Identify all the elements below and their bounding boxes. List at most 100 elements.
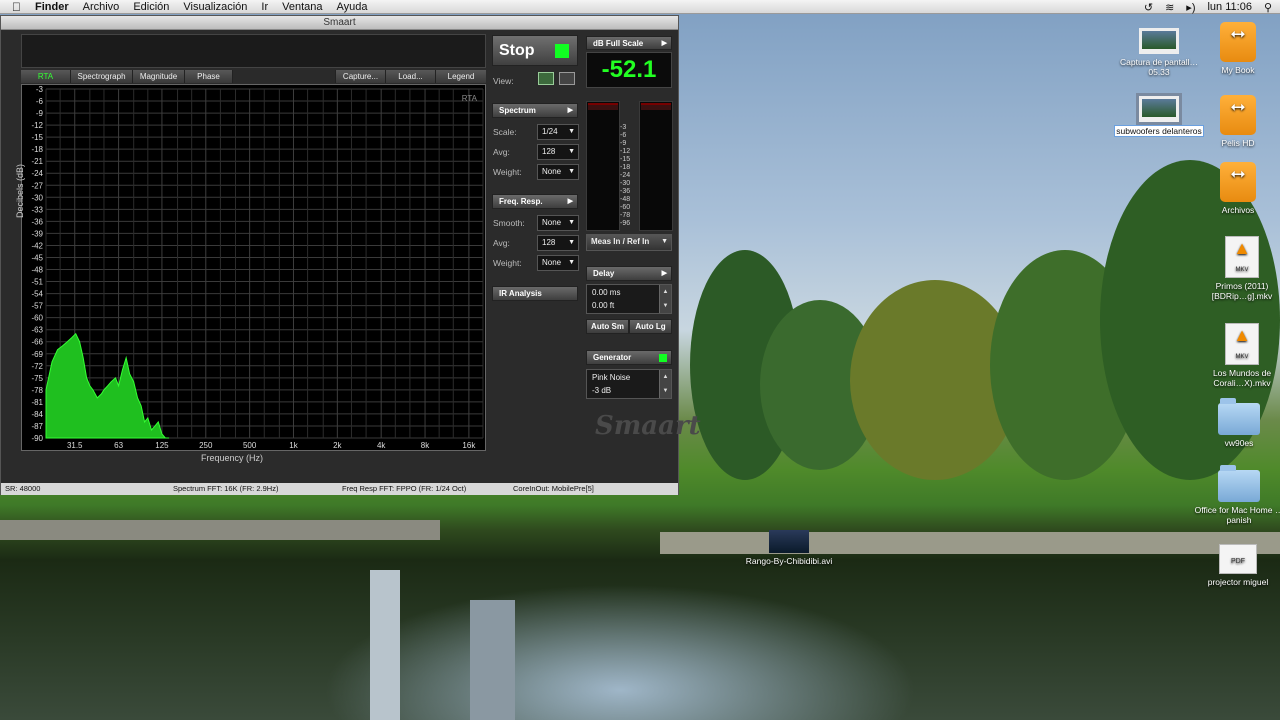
view-split-icon[interactable] [559,72,575,85]
tab-rta[interactable]: RTA [21,70,71,83]
y-tick-label: -6 [36,97,44,106]
desktop-icon-rango[interactable]: Rango-By-Chibidibi.avi [744,530,834,566]
desktop-icon-label: My Book [1221,65,1255,75]
x-tick-label: 4k [377,441,386,450]
desktop-icon-office[interactable]: Office for Mac Home …panish [1194,465,1280,525]
level-meter-right [639,101,673,231]
generator-box[interactable]: Pink Noise -3 dB ▲ ▼ [586,369,672,399]
desktop-icon-projector[interactable]: PDF projector miguel [1193,544,1280,587]
level-readout: -52.1 [586,52,672,88]
arrow-right-icon: ▶ [567,107,573,114]
menu-ir[interactable]: Ir [261,1,268,13]
x-tick-label: 250 [199,441,213,450]
menu-ventana[interactable]: Ventana [282,1,322,13]
y-tick-label: -60 [31,314,43,323]
fr-weight-select[interactable]: None ▼ [537,255,579,271]
run-indicator-icon [555,44,569,58]
menu-visualizacion[interactable]: Visualización [183,1,247,13]
spectrum-button[interactable]: Spectrum ▶ [492,103,578,118]
meas-in-select[interactable]: Meas In / Ref In ▼ [586,234,672,251]
delay-value-box[interactable]: 0.00 ms 0.00 ft ▲ ▼ [586,284,672,314]
generator-on-indicator-icon [659,354,667,362]
capture-button[interactable]: Capture... [336,70,386,83]
fr-weight-value: None [542,258,562,267]
weight-label: Weight: [493,167,522,177]
db-scale-button[interactable]: dB Full Scale ▶ [586,36,672,50]
delay-stepper[interactable]: ▲ ▼ [659,285,671,313]
plot-mode-label: RTA [462,94,478,103]
desktop-icon-vw90es[interactable]: vw90es [1194,398,1280,448]
y-tick-label: -45 [31,253,43,262]
spectrum-label: Spectrum [499,106,536,115]
usb-drive-icon [1220,22,1256,62]
y-tick-label: -48 [31,266,43,275]
y-tick-label: -27 [31,181,43,190]
smooth-select[interactable]: None ▼ [537,215,579,231]
menu-clock[interactable]: lun 11:06 [1207,1,1251,13]
wifi-icon[interactable]: ≋ [1165,1,1174,14]
fr-avg-select[interactable]: 128 ▼ [537,235,579,251]
folder-icon [1218,398,1260,435]
status-spectrum-fft: Spectrum FFT: 16K (FR: 2.9Hz) [173,484,279,493]
auto-sm-button[interactable]: Auto Sm [586,319,629,334]
spotlight-icon[interactable]: ⚲ [1264,1,1272,14]
ir-analysis-button[interactable]: IR Analysis [492,286,578,301]
y-tick-label: -3 [36,85,44,94]
desktop-icon-my-book[interactable]: My Book [1193,22,1280,75]
screenshot-file-icon [1136,93,1182,125]
y-tick-label: -66 [31,338,43,347]
meas-in-value: Meas In / Ref In [591,237,650,246]
arrow-right-icon: ▶ [661,40,667,47]
mkv-badge: MKV [1235,267,1249,273]
spectrum-avg-select[interactable]: 128 ▼ [537,144,579,160]
smaart-window: Smaart RTA Spectrograph Magnitude Phase … [0,15,701,495]
load-button[interactable]: Load... [386,70,436,83]
spectrum-weight-select[interactable]: None ▼ [537,164,579,180]
video-file-icon [769,530,809,553]
fr-avg-value: 128 [542,238,556,247]
menu-edicion[interactable]: Edición [133,1,169,13]
menu-app-name[interactable]: Finder [35,1,69,13]
view-single-icon[interactable] [538,72,554,85]
auto-lg-button[interactable]: Auto Lg [629,319,672,334]
y-tick-label: -15 [31,133,43,142]
time-machine-icon[interactable]: ↺ [1144,1,1153,14]
window-title[interactable]: Smaart [1,16,678,30]
menu-ayuda[interactable]: Ayuda [337,1,368,13]
volume-icon[interactable]: ▸) [1186,1,1195,14]
freq-resp-button[interactable]: Freq. Resp. ▶ [492,194,578,209]
stop-button[interactable]: Stop [492,35,578,66]
plot-tabs: RTA Spectrograph Magnitude Phase Capture… [21,70,486,83]
chevron-down-icon: ▼ [568,219,575,226]
desktop-icon-label: projector miguel [1207,577,1269,587]
desktop-icon-primos[interactable]: MKV Primos (2011) [BDRip…g].mkv [1197,236,1280,301]
tab-spectrograph[interactable]: Spectrograph [71,70,133,83]
desktop-icon-pelis-hd[interactable]: Pelis HD [1193,95,1280,148]
scale-select[interactable]: 1/24 ▼ [537,124,579,140]
legend-button[interactable]: Legend [436,70,486,83]
pdf-badge: PDF [1231,558,1245,565]
rta-plot[interactable]: -3 -6 -9 -12 -15 -18 -21 -24 -27 -30 -33 -36 -39 -42 -… [21,84,486,451]
menu-archivo[interactable]: Archivo [83,1,120,13]
smaart-logo: Smaart [595,411,701,441]
desktop-icon-archivos[interactable]: Archivos [1193,162,1280,215]
desktop-icon-label: subwoofers delanteros [1114,125,1204,137]
desktop-icon-label: Captura de pantall…05.33 [1120,57,1198,77]
tab-magnitude[interactable]: Magnitude [133,70,185,83]
smooth-value: None [542,218,562,227]
y-tick-label: -12 [31,121,43,130]
y-tick-label: -57 [31,302,43,311]
spectrum-area [45,332,170,439]
desktop-icon-subwoofers[interactable]: subwoofers delanteros [1114,93,1204,137]
generator-button[interactable]: Generator [586,350,672,365]
tab-phase[interactable]: Phase [185,70,233,83]
delay-ms: 0.00 ms [592,288,621,297]
desktop-icon-los-mundos[interactable]: MKV Los Mundos de Corali…X).mkv [1197,323,1280,388]
freq-resp-label: Freq. Resp. [499,197,543,206]
y-tick-label: -33 [31,205,43,214]
delay-button[interactable]: Delay ▶ [586,266,672,281]
status-sr: SR: 48000 [5,484,41,493]
desktop-icon-captura[interactable]: Captura de pantall…05.33 [1114,28,1204,77]
apple-menu-icon[interactable]:  [12,0,21,14]
generator-stepper[interactable]: ▲ ▼ [659,370,671,398]
